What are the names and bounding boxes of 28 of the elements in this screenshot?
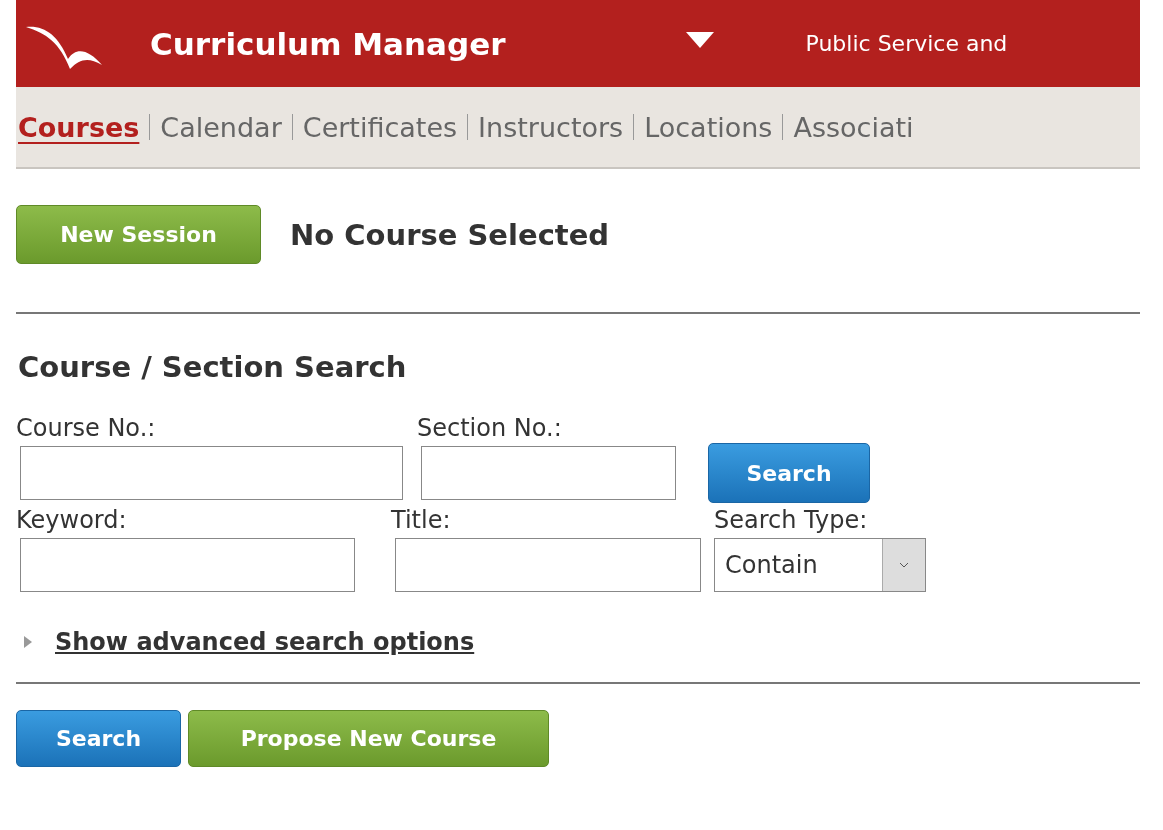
nav-tab[interactable]: Certificates [302,111,458,143]
search-button[interactable]: Search [16,710,181,767]
input-field[interactable] [20,446,403,500]
course-status: No Course Selected [290,217,610,252]
nav-tab[interactable]: Courses [18,111,140,143]
new-session-button[interactable]: New Session [16,205,261,264]
advanced-search-link[interactable]: Show advanced search options [55,628,475,656]
propose-course-button[interactable]: Propose New Course [188,710,549,767]
nav-tab[interactable]: Instructors [478,111,624,143]
nav-tab[interactable]: Locations [644,111,773,143]
expand-triangle-icon[interactable] [24,636,32,648]
field-label: Section No.: [417,414,563,442]
search-type-dropdown[interactable]: Contain [714,538,926,592]
field-label: Search Type: [714,506,869,534]
search-button[interactable]: Search [708,443,870,503]
dropdown-caret-icon[interactable] [685,31,714,48]
field-label: Course No.: [16,414,157,442]
input-field[interactable] [421,446,676,500]
field-label: Keyword: [16,506,128,534]
organization-name: Public Service and [805,31,1008,56]
nav-tab[interactable]: Calendar [160,111,282,143]
chevron-down-icon [899,562,909,568]
app-title: Curriculum Manager [150,25,506,62]
nav-tab[interactable]: Associati [793,111,914,143]
input-field[interactable] [20,538,355,592]
input-field[interactable] [395,538,701,592]
field-label: Title: [391,506,452,534]
section-heading: Course / Section Search [18,350,408,384]
